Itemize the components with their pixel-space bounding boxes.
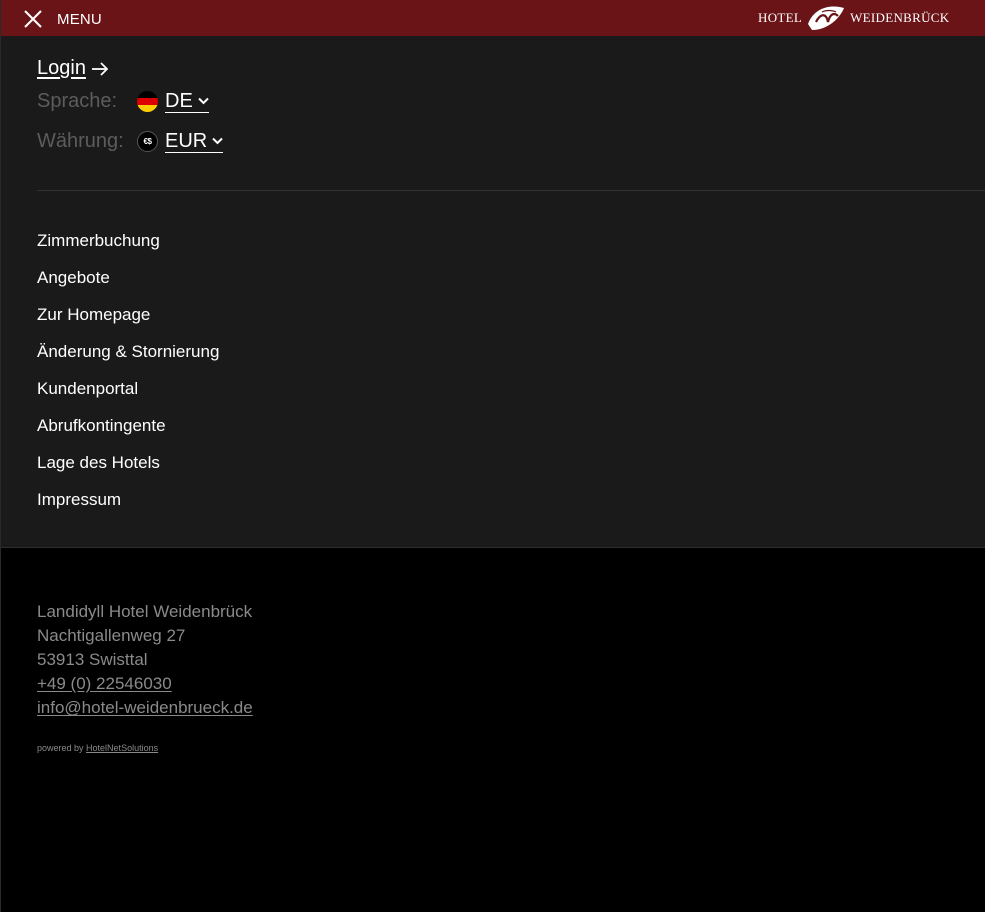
powered-by-link[interactable]: HotelNetSolutions [86, 743, 158, 753]
language-row: Sprache: DE [37, 90, 209, 113]
powered-by: powered by HotelNetSolutions [37, 743, 158, 753]
powered-by-label: powered by [37, 743, 84, 753]
nav-item-kundenportal[interactable]: Kundenportal [37, 375, 219, 412]
city-address: 53913 Swisttal [37, 650, 148, 669]
close-menu-button[interactable]: MENU [23, 9, 102, 29]
nav-item-angebote[interactable]: Angebote [37, 264, 219, 301]
germany-flag-icon [137, 91, 158, 112]
close-icon [24, 10, 42, 28]
language-value: DE [165, 90, 193, 112]
menu-label: MENU [57, 10, 102, 28]
login-link[interactable]: Login [37, 57, 109, 80]
divider [37, 190, 985, 191]
currency-select[interactable]: EUR [165, 130, 224, 153]
chevron-down-icon [198, 97, 209, 105]
footer-address: Landidyll Hotel Weidenbrück Nachtigallen… [37, 600, 253, 720]
nav-item-zimmerbuchung[interactable]: Zimmerbuchung [37, 227, 219, 264]
phone-link[interactable]: +49 (0) 22546030 [37, 674, 172, 693]
menu-panel: Login Sprache: DE Währung: €$ EUR Zimmer… [1, 36, 985, 548]
email-link[interactable]: info@hotel-weidenbrueck.de [37, 698, 253, 717]
currency-icon-text: €$ [143, 137, 152, 146]
nav-menu: Zimmerbuchung Angebote Zur Homepage Ände… [37, 227, 219, 523]
top-bar: MENU HOTEL WEIDENBRÜCK [1, 0, 985, 36]
currency-icon: €$ [137, 131, 158, 152]
street-address: Nachtigallenweg 27 [37, 626, 186, 645]
page: MENU HOTEL WEIDENBRÜCK Login Sprache: DE… [0, 0, 985, 912]
logo-emblem-icon [808, 6, 845, 30]
nav-item-lage-des-hotels[interactable]: Lage des Hotels [37, 449, 219, 486]
hotel-logo[interactable]: HOTEL WEIDENBRÜCK [758, 2, 949, 34]
logo-text-left: HOTEL [758, 10, 803, 25]
nav-item-homepage[interactable]: Zur Homepage [37, 301, 219, 338]
currency-row: Währung: €$ EUR [37, 130, 224, 153]
currency-value: EUR [165, 130, 208, 152]
hotel-name: Landidyll Hotel Weidenbrück [37, 602, 253, 621]
language-label: Sprache: [37, 90, 118, 112]
login-label: Login [37, 57, 86, 79]
nav-item-aenderung-stornierung[interactable]: Änderung & Stornierung [37, 338, 219, 375]
logo-text-right: WEIDENBRÜCK [850, 10, 950, 25]
currency-label: Währung: [37, 130, 124, 152]
nav-item-abrufkontingente[interactable]: Abrufkontingente [37, 412, 219, 449]
arrow-right-icon [91, 61, 109, 76]
nav-item-impressum[interactable]: Impressum [37, 486, 219, 523]
language-select[interactable]: DE [165, 90, 209, 113]
chevron-down-icon [212, 137, 223, 145]
